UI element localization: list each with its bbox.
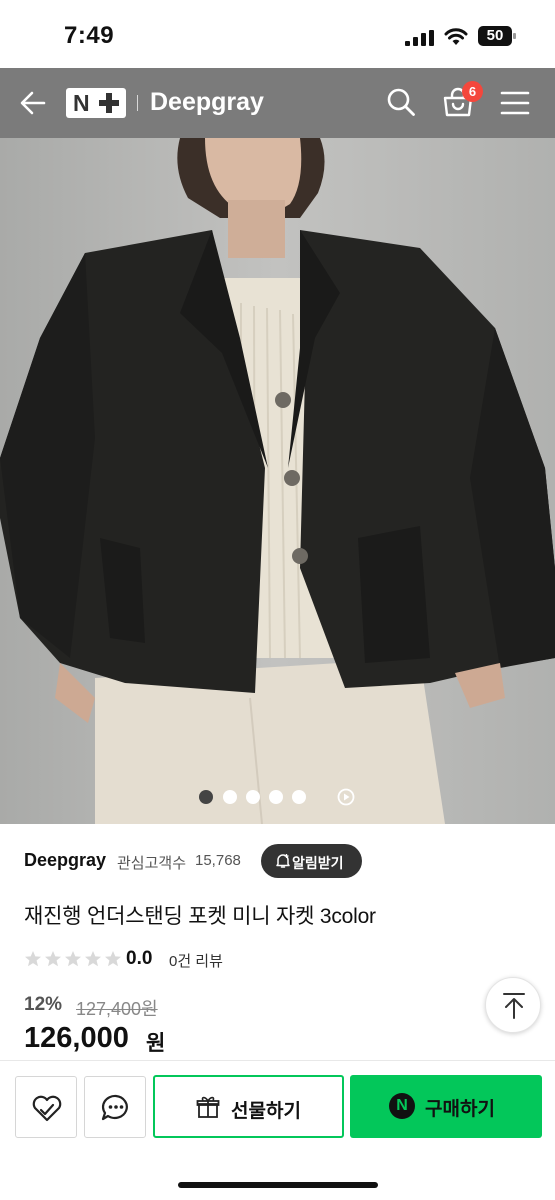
follower-label: 관심고객수 (117, 855, 187, 872)
original-price: 127,400원 (76, 999, 158, 1019)
naver-plus-logo[interactable]: N (66, 88, 126, 118)
video-play-icon[interactable] (337, 788, 355, 806)
home-indicator (178, 1182, 378, 1188)
naver-pay-icon: N (389, 1093, 415, 1119)
price-unit: 원 (146, 1032, 166, 1055)
buy-button[interactable]: N 구매하기 (350, 1075, 542, 1138)
battery-level: 50 (486, 27, 504, 44)
gift-button[interactable]: 선물하기 (153, 1075, 344, 1138)
rating-stars (25, 951, 121, 967)
cart-count-badge: 6 (462, 81, 483, 102)
product-title: 재진행 언더스탠딩 포켓 미니 자켓 3color (24, 905, 376, 928)
logo-letter: N (73, 90, 90, 116)
buy-label: 구매하기 (425, 1099, 495, 1120)
gift-icon (196, 1096, 220, 1118)
search-icon[interactable] (386, 87, 416, 117)
back-arrow-icon[interactable] (18, 88, 48, 118)
discount-rate: 12% (24, 994, 63, 1015)
header-divider (137, 95, 138, 111)
hamburger-menu-icon[interactable] (500, 90, 530, 116)
review-count[interactable]: 0건 리뷰 (169, 950, 223, 971)
scroll-top-button[interactable] (485, 977, 541, 1033)
gift-label: 선물하기 (231, 1101, 301, 1122)
carousel-dot[interactable] (269, 790, 283, 804)
product-image[interactable] (0, 138, 555, 824)
status-time: 7:49 (64, 22, 115, 49)
alarm-label: 알림받기 (292, 855, 344, 871)
signal-icon (405, 30, 434, 46)
plus-icon (99, 93, 119, 113)
follower-count: 15,768 (195, 852, 241, 869)
sale-price: 126,000 (24, 1022, 129, 1054)
store-name[interactable]: Deepgray (24, 850, 106, 871)
product-photo (0, 138, 555, 824)
bottom-action-bar: 선물하기 N 구매하기 (0, 1060, 555, 1200)
carousel-dot[interactable] (223, 790, 237, 804)
carousel-indicator (199, 788, 359, 806)
brand-title[interactable]: Deepgray (150, 88, 264, 117)
carousel-dot[interactable] (292, 790, 306, 804)
status-bar: 7:49 50 (0, 0, 555, 68)
rating-value: 0.0 (126, 948, 153, 969)
carousel-dot[interactable] (246, 790, 260, 804)
chat-button[interactable] (84, 1076, 146, 1138)
carousel-dot[interactable] (199, 790, 213, 804)
heart-check-icon (32, 1095, 62, 1122)
chat-bubble-icon (101, 1094, 128, 1121)
wifi-icon (444, 28, 468, 45)
wishlist-button[interactable] (15, 1076, 77, 1138)
app-header: N Deepgray 6 (0, 68, 555, 138)
arrow-up-icon (503, 993, 525, 1019)
bell-plus-icon (276, 854, 290, 868)
subscribe-alarm-button[interactable]: 알림받기 (261, 844, 362, 878)
